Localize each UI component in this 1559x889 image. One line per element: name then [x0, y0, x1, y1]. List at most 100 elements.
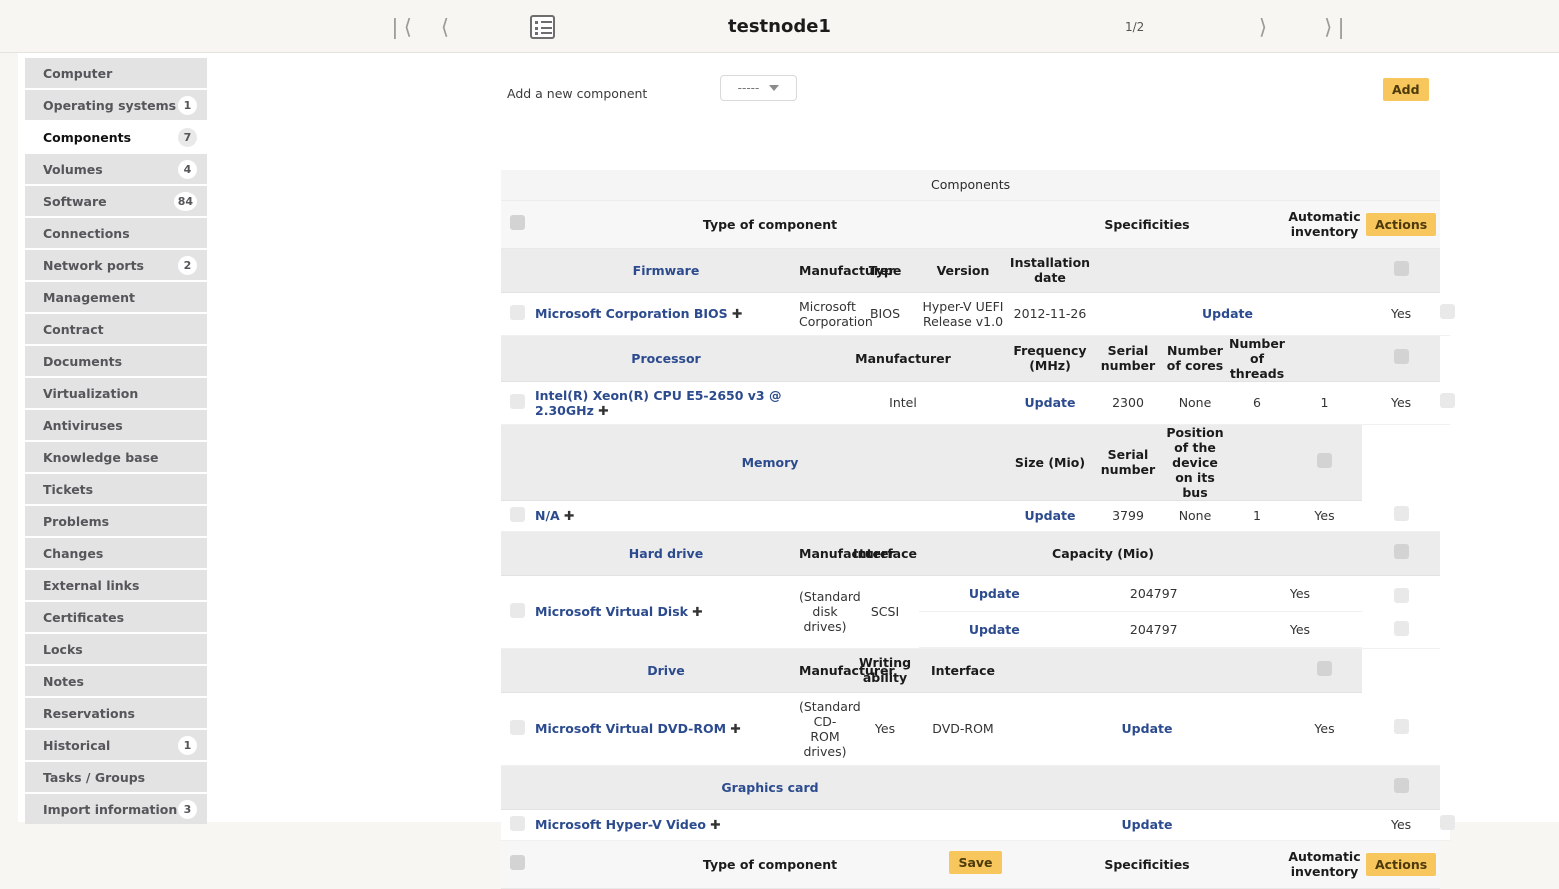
component-type-select-value: ----- — [737, 81, 760, 95]
sidebar-item-label: Knowledge base — [43, 449, 159, 465]
update-link[interactable]: Update — [1202, 306, 1253, 321]
sidebar-item-connections[interactable]: Connections — [25, 218, 207, 248]
sidebar-item-label: Connections — [43, 225, 130, 241]
row-checkbox[interactable] — [1440, 815, 1456, 831]
update-link[interactable]: Update — [1122, 721, 1173, 736]
column-header: Number of cores — [1163, 335, 1227, 382]
update-link[interactable]: Update — [969, 622, 1020, 637]
table-header-row: Type of component Specificities Automatic … — [501, 200, 1450, 249]
sidebar-item-tickets[interactable]: Tickets — [25, 474, 207, 504]
sidebar-item-problems[interactable]: Problems — [25, 506, 207, 536]
actions-button[interactable]: Actions — [1365, 212, 1437, 236]
row-checkbox[interactable] — [509, 719, 525, 735]
row-checkbox[interactable] — [1440, 304, 1456, 320]
row-checkbox[interactable] — [509, 393, 525, 409]
row-checkbox-cell — [501, 381, 533, 425]
sidebar-item-reservations[interactable]: Reservations — [25, 698, 207, 728]
update-cell: Update — [1093, 292, 1362, 336]
component-name-link[interactable]: Microsoft Corporation BIOS — [535, 306, 728, 321]
last-page-button[interactable]: ⟩❘ — [1322, 0, 1352, 53]
row-checkbox-cell — [1362, 500, 1441, 532]
table-row: N/A ✚ Update 3799 None 1 Yes — [501, 500, 1450, 532]
sidebar-item-badge: 3 — [178, 799, 197, 819]
component-name-link[interactable]: Microsoft Hyper-V Video — [535, 817, 706, 832]
sidebar-item-locks[interactable]: Locks — [25, 634, 207, 664]
component-name-link[interactable]: Microsoft Virtual DVD-ROM — [535, 721, 726, 736]
update-link[interactable]: Update — [1025, 508, 1076, 523]
plus-icon[interactable]: ✚ — [706, 817, 720, 832]
row-checkbox[interactable] — [509, 602, 525, 618]
first-page-button[interactable]: ❘⟨ — [384, 0, 414, 53]
sidebar-item-changes[interactable]: Changes — [25, 538, 207, 568]
column-header: Drive — [533, 648, 799, 693]
automatic-inventory-cell: Yes — [1362, 381, 1441, 425]
row-checkbox[interactable] — [509, 304, 525, 320]
row-checkbox[interactable] — [509, 215, 525, 230]
row-checkbox-cell — [501, 200, 533, 249]
sidebar-item-components[interactable]: Components 7 — [25, 122, 207, 152]
component-name-link[interactable]: N/A — [535, 508, 560, 523]
row-checkbox[interactable] — [509, 815, 525, 831]
update-link[interactable]: Update — [1122, 817, 1173, 832]
component-name-link[interactable]: Microsoft Virtual Disk — [535, 604, 688, 619]
sidebar-item-software[interactable]: Software 84 — [25, 186, 207, 216]
sidebar-item-notes[interactable]: Notes — [25, 666, 207, 696]
component-name-cell: Microsoft Corporation BIOS ✚ — [533, 292, 799, 336]
plus-icon[interactable]: ✚ — [560, 508, 574, 523]
component-name-link[interactable]: Intel(R) Xeon(R) CPU E5-2650 v3 @ 2.30GH… — [535, 388, 781, 418]
components-table: Components Type of component Specificities… — [501, 170, 1456, 889]
component-type-select[interactable]: ----- — [720, 75, 797, 101]
sidebar-item-antiviruses[interactable]: Antiviruses — [25, 410, 207, 440]
automatic-inventory-cell: Yes — [1287, 500, 1362, 532]
sidebar-item-certificates[interactable]: Certificates — [25, 602, 207, 632]
row-checkbox[interactable] — [1317, 661, 1332, 676]
manufacturer-cell: (Standard CD-ROM drives) — [799, 692, 861, 766]
row-checkbox[interactable] — [1393, 778, 1409, 793]
sidebar-item-knowledge-base[interactable]: Knowledge base — [25, 442, 207, 472]
sidebar-item-virtualization[interactable]: Virtualization — [25, 378, 207, 408]
row-checkbox[interactable] — [1393, 719, 1409, 735]
sidebar-item-operating-systems[interactable]: Operating systems 1 — [25, 90, 207, 120]
row-checkbox[interactable] — [1393, 261, 1409, 276]
update-cell: Update — [1007, 381, 1093, 425]
sidebar-item-documents[interactable]: Documents — [25, 346, 207, 376]
row-checkbox[interactable] — [1393, 544, 1409, 559]
row-checkbox[interactable] — [1393, 587, 1409, 603]
next-page-button[interactable]: ⟩ — [1248, 0, 1278, 53]
save-button[interactable]: Save — [949, 851, 1002, 874]
sidebar-item-network-ports[interactable]: Network ports 2 — [25, 250, 207, 280]
row-checkbox[interactable] — [1317, 453, 1332, 468]
update-link[interactable]: Update — [969, 586, 1020, 601]
automatic-inventory-cell: Yes — [1287, 692, 1362, 766]
plus-icon[interactable]: ✚ — [728, 306, 742, 321]
row-checkbox[interactable] — [509, 506, 525, 522]
row-checkbox[interactable] — [1393, 349, 1409, 364]
add-button[interactable]: Add — [1383, 78, 1429, 101]
row-checkbox[interactable] — [1393, 620, 1409, 636]
row-checkbox-cell — [501, 292, 533, 336]
interface-cell: SCSI — [851, 575, 919, 649]
sidebar-item-import-information[interactable]: Import information 3 — [25, 794, 207, 824]
sidebar-item-external-links[interactable]: External links — [25, 570, 207, 600]
sidebar-item-label: Locks — [43, 641, 83, 657]
column-header: Manufacturer — [799, 335, 1007, 382]
sidebar-item-computer[interactable]: Computer — [25, 58, 207, 88]
sidebar-item-contract[interactable]: Contract — [25, 314, 207, 344]
row-checkbox[interactable] — [1440, 393, 1456, 409]
update-cell: Update — [1007, 500, 1093, 532]
row-checkbox-cell — [501, 809, 533, 841]
list-icon[interactable] — [530, 15, 555, 39]
row-checkbox-cell — [501, 692, 533, 766]
sidebar-item-historical[interactable]: Historical 1 — [25, 730, 207, 760]
update-link[interactable]: Update — [1025, 395, 1076, 410]
plus-icon[interactable]: ✚ — [594, 403, 608, 418]
column-header: Version — [919, 248, 1007, 293]
sidebar-item-management[interactable]: Management — [25, 282, 207, 312]
plus-icon[interactable]: ✚ — [726, 721, 740, 736]
add-component-bar: Add a new component ----- Add — [488, 75, 1440, 115]
row-checkbox[interactable] — [1393, 506, 1409, 522]
sidebar-item-tasks-groups[interactable]: Tasks / Groups — [25, 762, 207, 792]
plus-icon[interactable]: ✚ — [688, 604, 702, 619]
sidebar-item-volumes[interactable]: Volumes 4 — [25, 154, 207, 184]
previous-page-button[interactable]: ⟨ — [430, 0, 460, 53]
